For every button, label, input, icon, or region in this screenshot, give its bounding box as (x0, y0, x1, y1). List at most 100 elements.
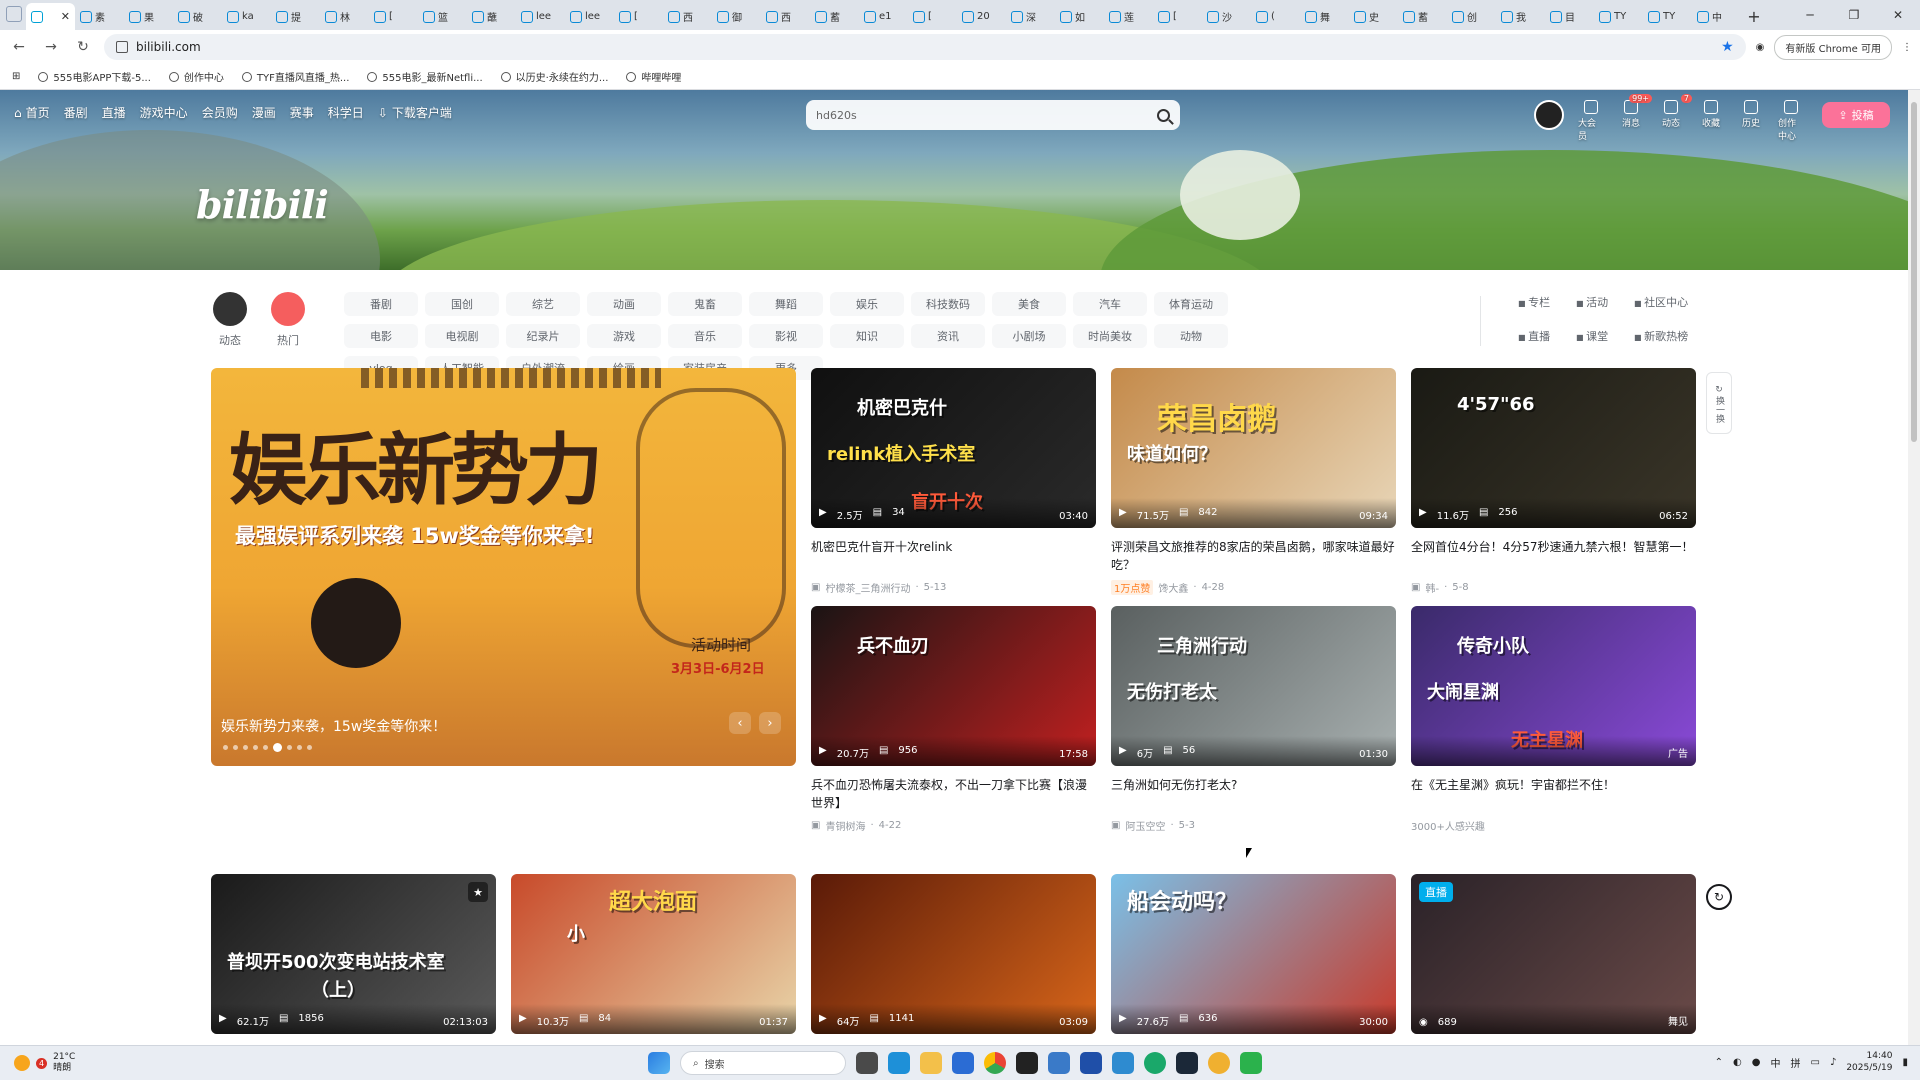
edge-icon[interactable] (888, 1052, 910, 1074)
video-card[interactable]: 三角洲行动 无伤打老太 ▶ 6万 ▤ 56 01:30 三角洲如何无伤打老太? ▣ 阿玉空空 · 5-… (1111, 606, 1396, 833)
start-icon[interactable] (648, 1052, 670, 1074)
browser-tab[interactable]: 中 (1692, 3, 1741, 30)
browser-tab[interactable]: 史 (1349, 3, 1398, 30)
browser-tab[interactable]: ka (222, 3, 271, 30)
channel-button[interactable]: 小剧场 (992, 324, 1066, 348)
video-title[interactable]: 兵不血刃恐怖屠夫流泰权，不出一刀拿下比赛【浪漫世界】 (811, 776, 1096, 812)
network-icon[interactable]: ▭ (1810, 1057, 1819, 1068)
nav-item[interactable]: ⌂ 首页 (14, 104, 50, 121)
browser-tab[interactable]: lee (565, 3, 614, 30)
video-author[interactable]: 阿玉空空 (1125, 818, 1165, 833)
video-title[interactable]: 在《无主星渊》疯玩！宇宙都拦不住！ (1411, 776, 1696, 812)
browser-tab[interactable]: 提 (271, 3, 320, 30)
channel-button[interactable]: 电影 (344, 324, 418, 348)
reload-icon[interactable]: ↻ (72, 36, 94, 58)
header-tool[interactable]: 收藏 (1698, 100, 1724, 142)
video-card[interactable]: 超大泡面小 ▶ 10.3万 ▤ 84 01:37 (511, 874, 796, 1034)
tab-search-icon[interactable] (6, 6, 22, 22)
browser-tab[interactable]: 蓄 (810, 3, 859, 30)
header-tool[interactable]: 创作中心 (1778, 100, 1804, 142)
video-card[interactable]: 普坝开500次变电站技术室 （上） ★ ▶ 62.1万 ▤ 1856 02:13:03 (211, 874, 496, 1034)
nav-item[interactable]: 直播 (102, 104, 126, 121)
app-owl-icon[interactable] (1208, 1052, 1230, 1074)
video-card[interactable]: 4'57"66 ▶ 11.6万 ▤ 256 06:52 全网首位4分台！4分57秒速通九禁六… (1411, 368, 1696, 595)
site-info-icon[interactable] (116, 41, 128, 53)
app-shield-icon[interactable] (1080, 1052, 1102, 1074)
nav-item[interactable]: 会员购 (202, 104, 238, 121)
browser-tab[interactable]: TY (1594, 3, 1643, 30)
profile-icon[interactable]: ◉ (1756, 42, 1765, 53)
update-chrome-chip[interactable]: 有新版 Chrome 可用 (1774, 34, 1892, 60)
video-thumbnail[interactable]: 兵不血刃 ▶ 20.7万 ▤ 956 17:58 (811, 606, 1096, 766)
browser-tab[interactable]: ( (1251, 3, 1300, 30)
carousel-dot[interactable] (233, 745, 238, 750)
channel-button[interactable]: 资讯 (911, 324, 985, 348)
channel-extra-link[interactable]: 专栏 (1518, 294, 1576, 310)
channel-button[interactable]: 影视 (749, 324, 823, 348)
carousel-prev-button[interactable]: ‹ (729, 712, 751, 734)
carousel-dot[interactable] (243, 745, 248, 750)
carousel-next-button[interactable]: › (759, 712, 781, 734)
channel-button[interactable]: 综艺 (506, 292, 580, 316)
channel-button[interactable]: 汽车 (1073, 292, 1147, 316)
refresh-float-icon[interactable]: ↻ (1706, 884, 1732, 910)
channel-button[interactable]: 美食 (992, 292, 1066, 316)
video-author[interactable]: 柠檬茶_三角洲行动 (825, 580, 910, 595)
clock[interactable]: 14:40 2025/5/19 (1846, 1050, 1892, 1074)
browser-tab[interactable]: TY (1643, 3, 1692, 30)
close-window-icon[interactable]: ✕ (1876, 0, 1920, 30)
tray-app-icon[interactable]: ◐ (1733, 1057, 1742, 1068)
header-tool[interactable]: 99+ 消息 (1618, 94, 1652, 142)
video-thumbnail[interactable]: 船会动吗？ ▶ 27.6万 ▤ 636 30:00 (1111, 874, 1396, 1034)
minimize-icon[interactable]: ─ (1788, 0, 1832, 30)
bookmark-item[interactable]: 555电影_最新Netfli... (367, 69, 483, 84)
channel-button[interactable]: 鬼畜 (668, 292, 742, 316)
video-title[interactable]: 全网首位4分台！4分57秒速通九禁六根！智慧第一！ (1411, 538, 1696, 574)
app-tp-icon[interactable] (1016, 1052, 1038, 1074)
video-card[interactable]: ▶ 64万 ▤ 1141 03:09 (811, 874, 1096, 1034)
new-tab-button[interactable]: + (1741, 3, 1767, 30)
browser-tab[interactable]: 果 (124, 3, 173, 30)
ime-mode-indicator[interactable]: 拼 (1790, 1055, 1800, 1070)
channel-extra-link[interactable]: 新歌热榜 (1634, 328, 1714, 344)
upload-button[interactable]: ⇪ 投稿 (1822, 102, 1890, 128)
url-text[interactable]: bilibili.com (136, 40, 201, 54)
bookmark-item[interactable]: 555电影APP下载-5... (38, 69, 151, 84)
chrome-icon[interactable] (984, 1052, 1006, 1074)
notification-icon[interactable]: ▮ (1902, 1057, 1908, 1068)
browser-tab[interactable]: e1 (859, 3, 908, 30)
channel-button[interactable]: 电视剧 (425, 324, 499, 348)
taskbar-search[interactable]: ⌕ 搜索 (680, 1051, 846, 1075)
channel-button[interactable]: 游戏 (587, 324, 661, 348)
video-author[interactable]: 馋大鑫 (1158, 580, 1188, 595)
bilibili-logo[interactable]: bilibili (196, 182, 329, 227)
channel-button[interactable]: 娱乐 (830, 292, 904, 316)
video-author[interactable]: 3000+人感兴趣 (1411, 818, 1485, 833)
carousel-dot[interactable] (253, 745, 258, 750)
nav-item[interactable]: 科学日 (328, 104, 364, 121)
apps-grid-icon[interactable]: ⊞ (12, 71, 20, 82)
browser-tab[interactable]: lee (516, 3, 565, 30)
channel-shortcut[interactable]: 动态 (210, 292, 250, 348)
browser-tab[interactable]: 我 (1496, 3, 1545, 30)
maximize-icon[interactable]: ❐ (1832, 0, 1876, 30)
video-thumbnail[interactable]: 直播 ◉ 689 舞见 (1411, 874, 1696, 1034)
carousel-dot[interactable] (273, 743, 282, 752)
search-icon[interactable] (1157, 108, 1170, 122)
channel-button[interactable]: 音乐 (668, 324, 742, 348)
channel-shortcut[interactable]: 热门 (268, 292, 308, 348)
hero-carousel[interactable]: 娱乐新势力 最强娱评系列来袭 15w奖金等你来拿! 活动时间 3月3日-6月2日… (211, 368, 796, 766)
video-author[interactable]: 青铜树海 (825, 818, 865, 833)
nav-item[interactable]: 漫画 (252, 104, 276, 121)
channel-button[interactable]: 番剧 (344, 292, 418, 316)
video-card[interactable]: 兵不血刃 ▶ 20.7万 ▤ 956 17:58 兵不血刃恐怖屠夫流泰权，不出一刀拿下比赛【… (811, 606, 1096, 833)
browser-tab[interactable]: 林 (320, 3, 369, 30)
back-icon[interactable]: ← (8, 36, 30, 58)
video-card[interactable]: 传奇小队大闹星渊无主星渊广告在《无主星渊》疯玩！宇宙都拦不住！3000+人感兴趣 (1411, 606, 1696, 833)
carousel-caption[interactable]: 娱乐新势力来袭，15w奖金等你来！ (221, 716, 446, 736)
bookmark-item[interactable]: 以历史·永续在约力... (500, 69, 608, 84)
channel-button[interactable]: 国创 (425, 292, 499, 316)
video-thumbnail[interactable]: 超大泡面小 ▶ 10.3万 ▤ 84 01:37 (511, 874, 796, 1034)
scrollbar-thumb[interactable] (1911, 102, 1917, 442)
channel-button[interactable]: 体育运动 (1154, 292, 1228, 316)
